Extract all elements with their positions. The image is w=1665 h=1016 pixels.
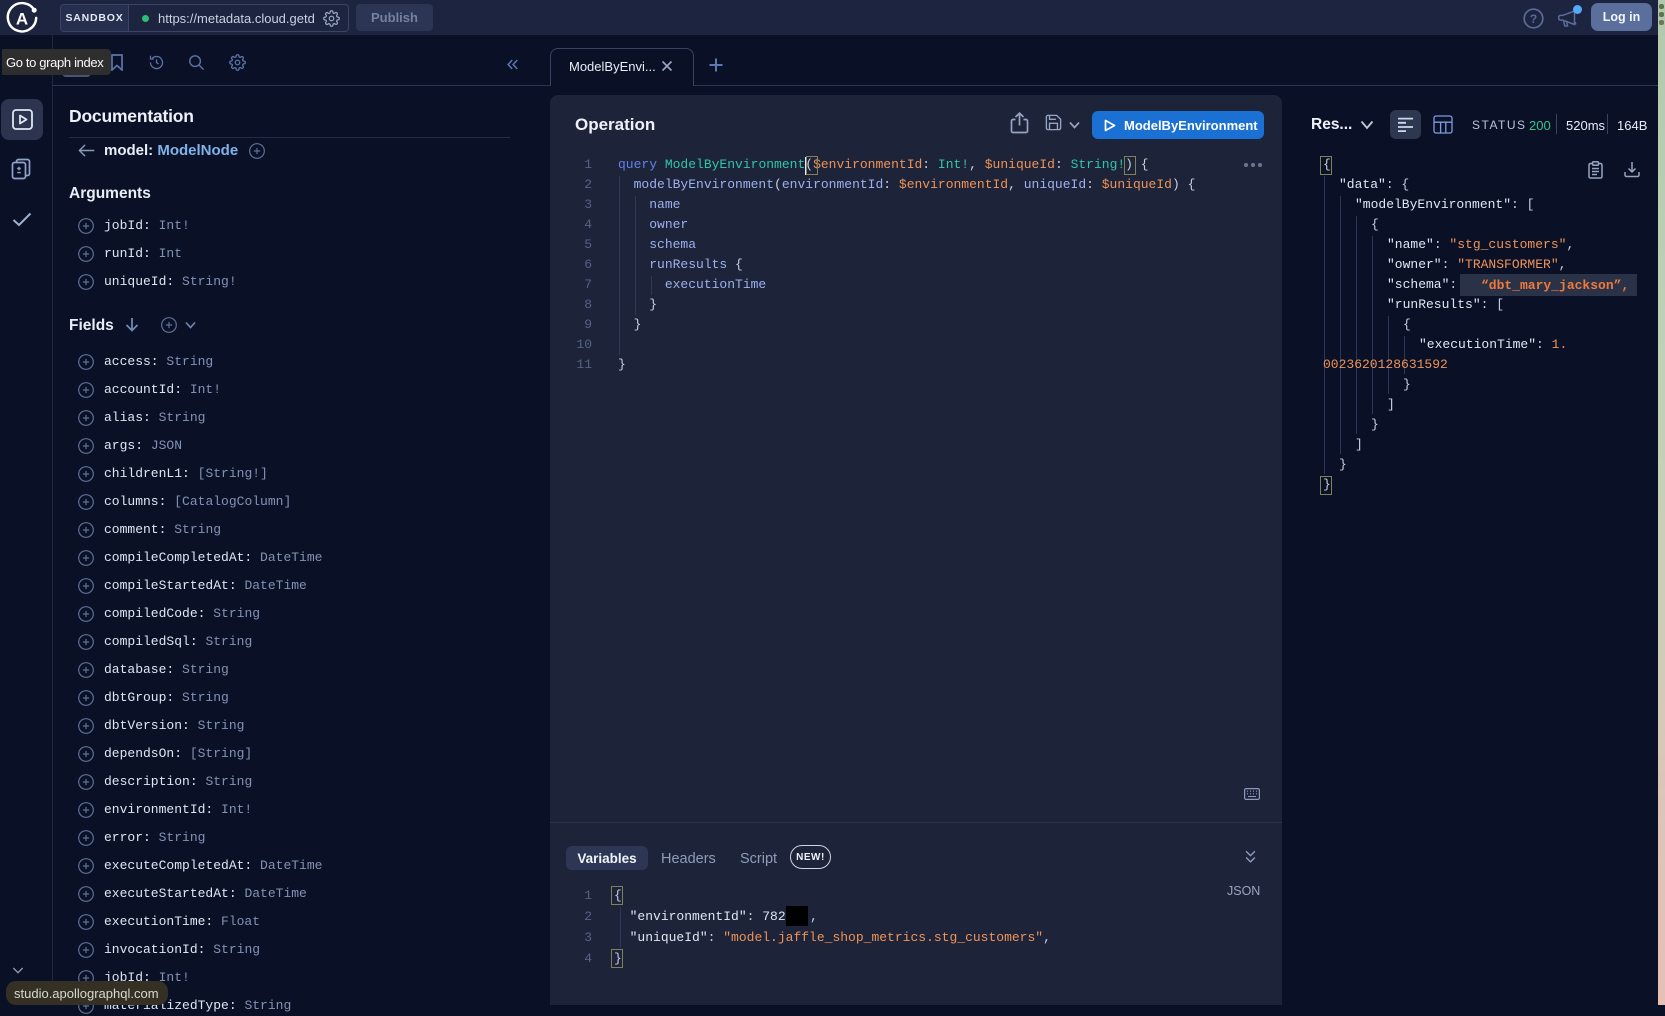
svg-text:?: ? [1530,12,1537,26]
svg-text:A: A [16,10,28,29]
